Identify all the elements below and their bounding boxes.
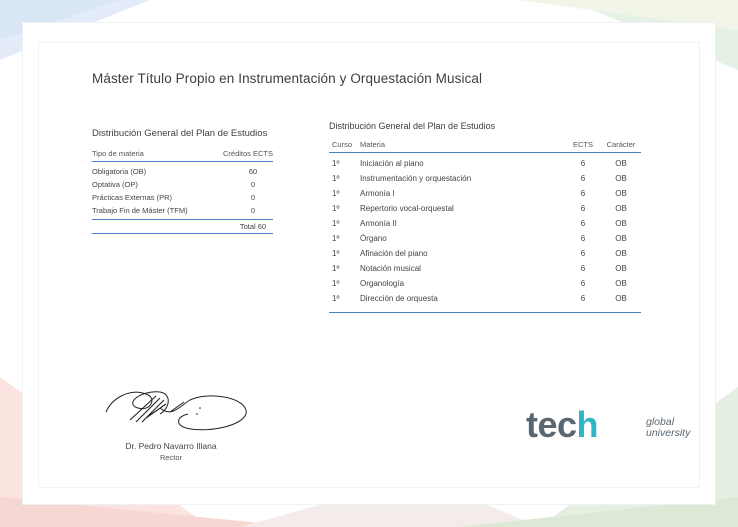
- program-title: Máster Título Propio en Instrumentación …: [92, 71, 483, 86]
- credits-value: 0: [250, 206, 256, 215]
- credits-value: 0: [250, 180, 256, 189]
- ects-cell: 6: [580, 174, 586, 183]
- curso-cell: 1º: [332, 159, 340, 168]
- credits-value: 0: [250, 193, 256, 202]
- materia-cell: Iniciación al piano: [360, 159, 424, 168]
- header-materia: Materia: [360, 140, 386, 149]
- curso-cell: 1º: [332, 219, 340, 228]
- tech-university-logo: tech global university: [526, 404, 690, 450]
- table-row: Trabajo Fin de Máster (TFM) 0: [92, 204, 273, 217]
- ects-cell: 6: [580, 234, 586, 243]
- materia-cell: Armonía I: [360, 189, 395, 198]
- curso-cell: 1º: [332, 174, 340, 183]
- logo-word-h: h: [576, 404, 599, 445]
- curso-cell: 1º: [332, 204, 340, 213]
- table-row: 1º Afinación del piano 6 OB: [329, 246, 641, 261]
- materia-cell: Armonía II: [360, 219, 397, 228]
- summary-table-body: Obligatoria (OB) 60 Optativa (OP) 0 Prác…: [92, 162, 273, 220]
- caracter-cell: OB: [615, 264, 627, 273]
- ects-cell: 6: [580, 294, 586, 303]
- subjects-table-header: Curso Materia ECTS Carácter: [329, 140, 641, 153]
- table-row: 1º Iniciación al piano 6 OB: [329, 156, 641, 171]
- curso-cell: 1º: [332, 279, 340, 288]
- ects-cell: 6: [580, 159, 586, 168]
- summary-table-header: Tipo de materia Créditos ECTS: [92, 149, 273, 162]
- table-row: 1º Notación musical 6 OB: [329, 261, 641, 276]
- table-row: 1º Armonía I 6 OB: [329, 186, 641, 201]
- table-row: 1º Organología 6 OB: [329, 276, 641, 291]
- ects-cell: 6: [580, 264, 586, 273]
- curso-cell: 1º: [332, 249, 340, 258]
- table-row: Prácticas Externas (PR) 0: [92, 191, 273, 204]
- materia-cell: Órgano: [360, 234, 387, 243]
- materia-cell: Repertorio vocal-orquestal: [360, 204, 454, 213]
- logo-wordmark: tech: [526, 404, 599, 446]
- caracter-cell: OB: [615, 174, 627, 183]
- ects-cell: 6: [580, 219, 586, 228]
- materia-cell: Instrumentación y orquestación: [360, 174, 472, 183]
- subjects-table: Distribución General del Plan de Estudio…: [329, 121, 641, 313]
- materia-cell: Afinación del piano: [360, 249, 428, 258]
- materia-cell: Organología: [360, 279, 405, 288]
- rector-role: Rector: [159, 453, 183, 462]
- caracter-cell: OB: [615, 249, 627, 258]
- table-row: 1º Repertorio vocal-orquestal 6 OB: [329, 201, 641, 216]
- logo-university: university: [646, 427, 691, 439]
- table-row: 1º Armonía II 6 OB: [329, 216, 641, 231]
- ects-cell: 6: [580, 279, 586, 288]
- caracter-cell: OB: [615, 279, 627, 288]
- materia-cell: Dirección de orquesta: [360, 294, 438, 303]
- table-row: Optativa (OP) 0: [92, 178, 273, 191]
- logo-word-tec: tec: [526, 404, 577, 445]
- credits-value: 60: [248, 167, 258, 176]
- ects-cell: 6: [580, 189, 586, 198]
- curso-cell: 1º: [332, 189, 340, 198]
- rector-name: Dr. Pedro Navarro Illana: [125, 441, 217, 451]
- caracter-cell: OB: [615, 219, 627, 228]
- caracter-cell: OB: [615, 159, 627, 168]
- caracter-cell: OB: [615, 234, 627, 243]
- curso-cell: 1º: [332, 234, 340, 243]
- subject-type: Trabajo Fin de Máster (TFM): [92, 206, 188, 215]
- subject-type: Optativa (OP): [92, 180, 138, 189]
- header-credits: Créditos ECTS: [222, 149, 273, 158]
- subject-type: Obligatoria (OB): [92, 167, 147, 176]
- certificate-page: Máster Título Propio en Instrumentación …: [0, 0, 738, 527]
- table-row: 1º Dirección de orquesta 6 OB: [329, 291, 641, 306]
- header-subject-type: Tipo de materia: [92, 149, 144, 158]
- ects-cell: 6: [580, 204, 586, 213]
- caracter-cell: OB: [615, 294, 627, 303]
- curso-cell: 1º: [332, 264, 340, 273]
- subjects-table-title: Distribución General del Plan de Estudio…: [329, 121, 496, 131]
- table-row: Obligatoria (OB) 60: [92, 165, 273, 178]
- credits-summary-table: Distribución General del Plan de Estudio…: [92, 128, 273, 234]
- caracter-cell: OB: [615, 189, 627, 198]
- rector-signature: [105, 391, 247, 431]
- table-row: 1º Instrumentación y orquestación 6 OB: [329, 171, 641, 186]
- curso-cell: 1º: [332, 294, 340, 303]
- ects-cell: 6: [580, 249, 586, 258]
- table-row: 1º Órgano 6 OB: [329, 231, 641, 246]
- caracter-cell: OB: [615, 204, 627, 213]
- credits-total: Total 60: [239, 222, 267, 231]
- header-curso: Curso: [332, 140, 353, 149]
- subjects-table-body: 1º Iniciación al piano 6 OB 1º Instrumen…: [329, 153, 641, 313]
- summary-table-title: Distribución General del Plan de Estudio…: [92, 128, 268, 139]
- materia-cell: Notación musical: [360, 264, 421, 273]
- summary-total-row: Total 60: [92, 220, 273, 234]
- header-ects: ECTS: [572, 140, 593, 149]
- header-caracter: Carácter: [606, 140, 636, 149]
- subject-type: Prácticas Externas (PR): [92, 193, 173, 202]
